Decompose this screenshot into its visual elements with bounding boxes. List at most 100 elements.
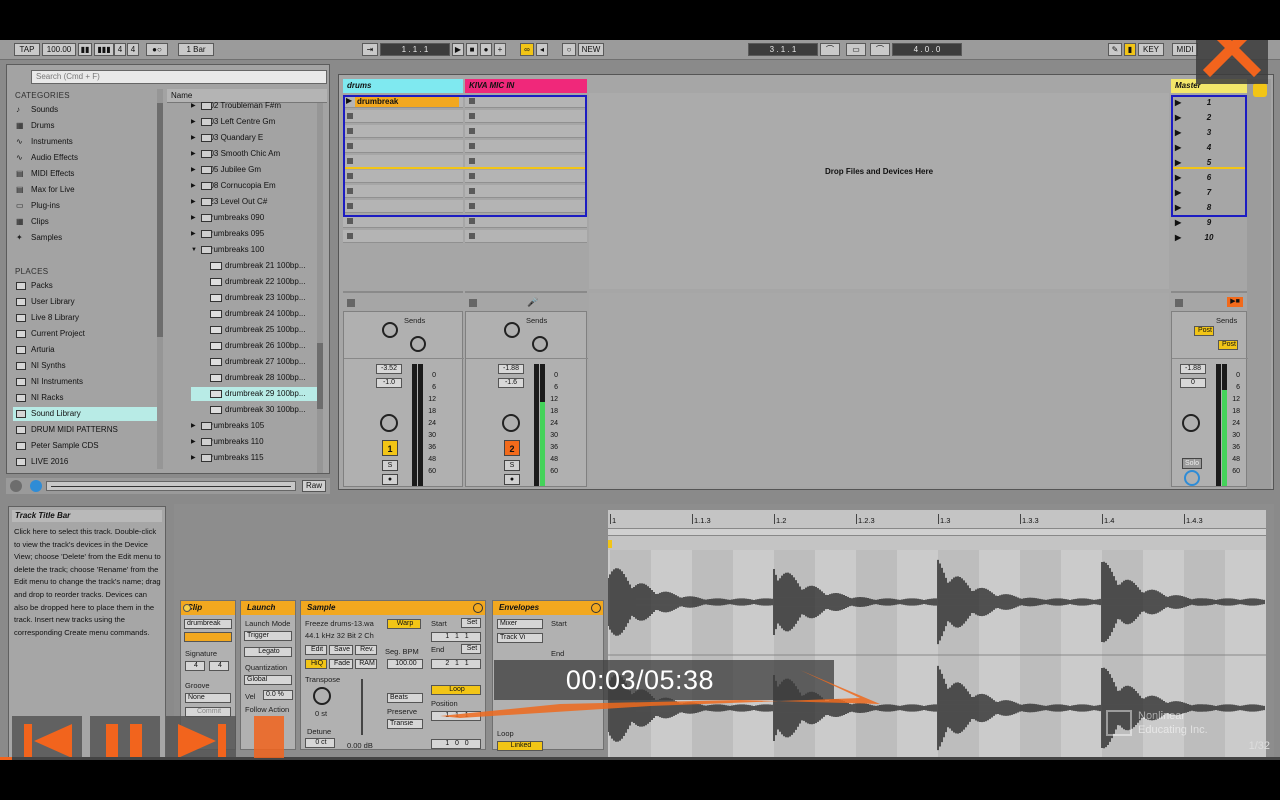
start-set-button[interactable]: Set (461, 618, 481, 628)
metronome-button[interactable]: ●○ (146, 43, 168, 56)
pan-knob[interactable] (380, 414, 398, 432)
scene-play-icon[interactable]: ▶ (1175, 215, 1181, 230)
track-stop-icon[interactable] (1175, 299, 1183, 307)
volume-field[interactable]: -1.88 (498, 364, 524, 374)
clip-stop-icon[interactable] (469, 233, 475, 239)
track-stop-icon[interactable] (347, 299, 355, 307)
session-record-icon[interactable]: ○ (562, 43, 576, 56)
start-field[interactable]: 1 1 1 (431, 632, 481, 642)
file-item[interactable]: drumbreak 29 100bp... (191, 387, 317, 401)
send-a-knob[interactable] (504, 322, 520, 338)
punch-out-icon[interactable]: ⌒ (870, 43, 890, 56)
track-activator-button[interactable]: 2 (504, 440, 520, 456)
key-map-button[interactable]: KEY (1138, 43, 1164, 56)
scrub-handle[interactable] (254, 716, 284, 758)
clip-name-field[interactable]: drumbreak (184, 619, 232, 629)
groove-menu[interactable]: None (185, 693, 231, 703)
expand-arrow-icon[interactable]: ▶ (191, 195, 196, 209)
drop-area[interactable]: Drop Files and Devices Here (589, 93, 1169, 289)
warp-button[interactable]: Warp (387, 619, 421, 629)
expand-arrow-icon[interactable]: ▶ (191, 147, 196, 161)
send-b-knob[interactable] (410, 336, 426, 352)
pan-field[interactable]: -1.6 (498, 378, 524, 388)
ram-button[interactable]: RAM (355, 659, 377, 669)
re-enable-automation-icon[interactable]: ◂ (536, 43, 548, 56)
file-item[interactable]: drumbreak 26 100bp... (191, 339, 317, 353)
file-item[interactable]: ▶ 105 Jubilee Gm (169, 163, 317, 177)
file-item[interactable]: ▶ 103 Left Centre Gm (169, 115, 317, 129)
hiq-button[interactable]: HiQ (305, 659, 327, 669)
file-item[interactable]: drumbreak 28 100bp... (191, 371, 317, 385)
file-item[interactable]: ▶ 108 Cornucopia Em (169, 179, 317, 193)
pan-knob[interactable] (502, 414, 520, 432)
velocity-field[interactable]: 0.0 % (263, 690, 293, 700)
expand-arrow-icon[interactable]: ▶ (191, 179, 196, 193)
loop-start-field[interactable]: 3 . 1 . 1 (748, 43, 818, 56)
gain-slider[interactable] (361, 679, 363, 735)
envelope-device-menu[interactable]: Mixer (497, 619, 543, 629)
transpose-knob[interactable] (313, 687, 331, 705)
seg-bpm-field[interactable]: 100.00 (387, 659, 423, 669)
file-item[interactable]: ▶ 123 Level Out C# (169, 195, 317, 209)
file-item[interactable]: ▶ Drumbreaks 105 (169, 419, 317, 433)
clip-slot[interactable] (343, 230, 463, 243)
warp-mode-menu[interactable]: Beats (387, 693, 423, 703)
draw-mode-icon[interactable]: ✎ (1108, 43, 1122, 56)
file-item[interactable]: drumbreak 24 100bp... (191, 307, 317, 321)
master-stop-button[interactable]: ▶■ (1227, 297, 1243, 307)
file-item[interactable]: ▶ Drumbreaks 110 (169, 435, 317, 449)
edit-button[interactable]: Edit (305, 645, 327, 655)
file-item[interactable]: drumbreak 25 100bp... (191, 323, 317, 337)
file-item[interactable]: ▶ Drumbreaks 090 (169, 211, 317, 225)
envelopes-box-arrow-icon[interactable] (591, 603, 601, 613)
follow-icon[interactable]: ⇥ (362, 43, 378, 56)
expand-arrow-icon[interactable]: ▶ (191, 99, 196, 113)
loop-brace[interactable] (608, 528, 1266, 536)
expand-arrow-icon[interactable]: ▶ (191, 451, 196, 465)
launch-mode-menu[interactable]: Trigger (244, 631, 292, 641)
clip-slot[interactable] (465, 230, 587, 243)
track-activator-button[interactable]: 1 (382, 440, 398, 456)
signature-numerator[interactable]: 4 (114, 43, 126, 56)
transients-menu[interactable]: Transie (387, 719, 423, 729)
arrangement-position[interactable]: 1 . 1 . 1 (380, 43, 450, 56)
file-item[interactable]: ▶ 103 Smooth Chic Am (169, 147, 317, 161)
linked-button[interactable]: Linked (497, 741, 543, 751)
loop-length-field[interactable]: 4 . 0 . 0 (892, 43, 962, 56)
new-button[interactable]: NEW (578, 43, 604, 56)
clip-signature-denominator[interactable]: 4 (209, 661, 229, 671)
sample-ruler[interactable]: 1 1.1.3 1.2 1.2.3 1.3 1.3.3 1.4 1.4.3 (608, 510, 1266, 552)
length-field[interactable]: 1 0 0 (431, 739, 481, 749)
overdub-button[interactable]: + (494, 43, 506, 56)
file-item[interactable]: ▶ Drumbreaks 115 (169, 451, 317, 465)
end-set-button[interactable]: Set (461, 644, 481, 654)
clip-color-menu[interactable] (184, 632, 232, 642)
post-button-a[interactable]: Post (1194, 326, 1214, 336)
scene-launch[interactable]: ▶ 10 (1173, 230, 1245, 245)
post-button-b[interactable]: Post (1218, 340, 1238, 350)
file-item[interactable]: ▶ 102 Troubleman F#m (169, 99, 317, 113)
preview-waveform[interactable] (46, 481, 296, 491)
cue-volume-knob[interactable] (1184, 470, 1200, 486)
file-item[interactable]: drumbreak 30 100bp... (191, 403, 317, 417)
clip-stop-icon[interactable] (347, 233, 353, 239)
automation-arm-icon[interactable]: ∞ (520, 43, 534, 56)
start-marker[interactable] (608, 540, 612, 548)
pan-field[interactable]: -1.0 (376, 378, 402, 388)
loop-switch-icon[interactable]: ▭ (846, 43, 866, 56)
expand-arrow-icon[interactable]: ▼ (191, 243, 197, 257)
scene-launch[interactable]: ▶ 9 (1173, 215, 1245, 230)
clip-quantization-menu[interactable]: Global (244, 675, 292, 685)
preview-toggle-icon[interactable] (10, 480, 22, 492)
scene-play-icon[interactable]: ▶ (1175, 230, 1181, 245)
send-a-knob[interactable] (382, 322, 398, 338)
solo-button[interactable]: Solo (1182, 458, 1202, 469)
track-stop-icon[interactable] (469, 299, 477, 307)
solo-button[interactable]: S (382, 460, 398, 471)
file-item[interactable]: ▶ Drumbreaks 095 (169, 227, 317, 241)
file-item[interactable]: drumbreak 22 100bp... (191, 275, 317, 289)
expand-arrow-icon[interactable]: ▶ (191, 211, 196, 225)
fade-button[interactable]: Fade (329, 659, 353, 669)
raw-button[interactable]: Raw (302, 480, 326, 492)
expand-arrow-icon[interactable]: ▶ (191, 115, 196, 129)
